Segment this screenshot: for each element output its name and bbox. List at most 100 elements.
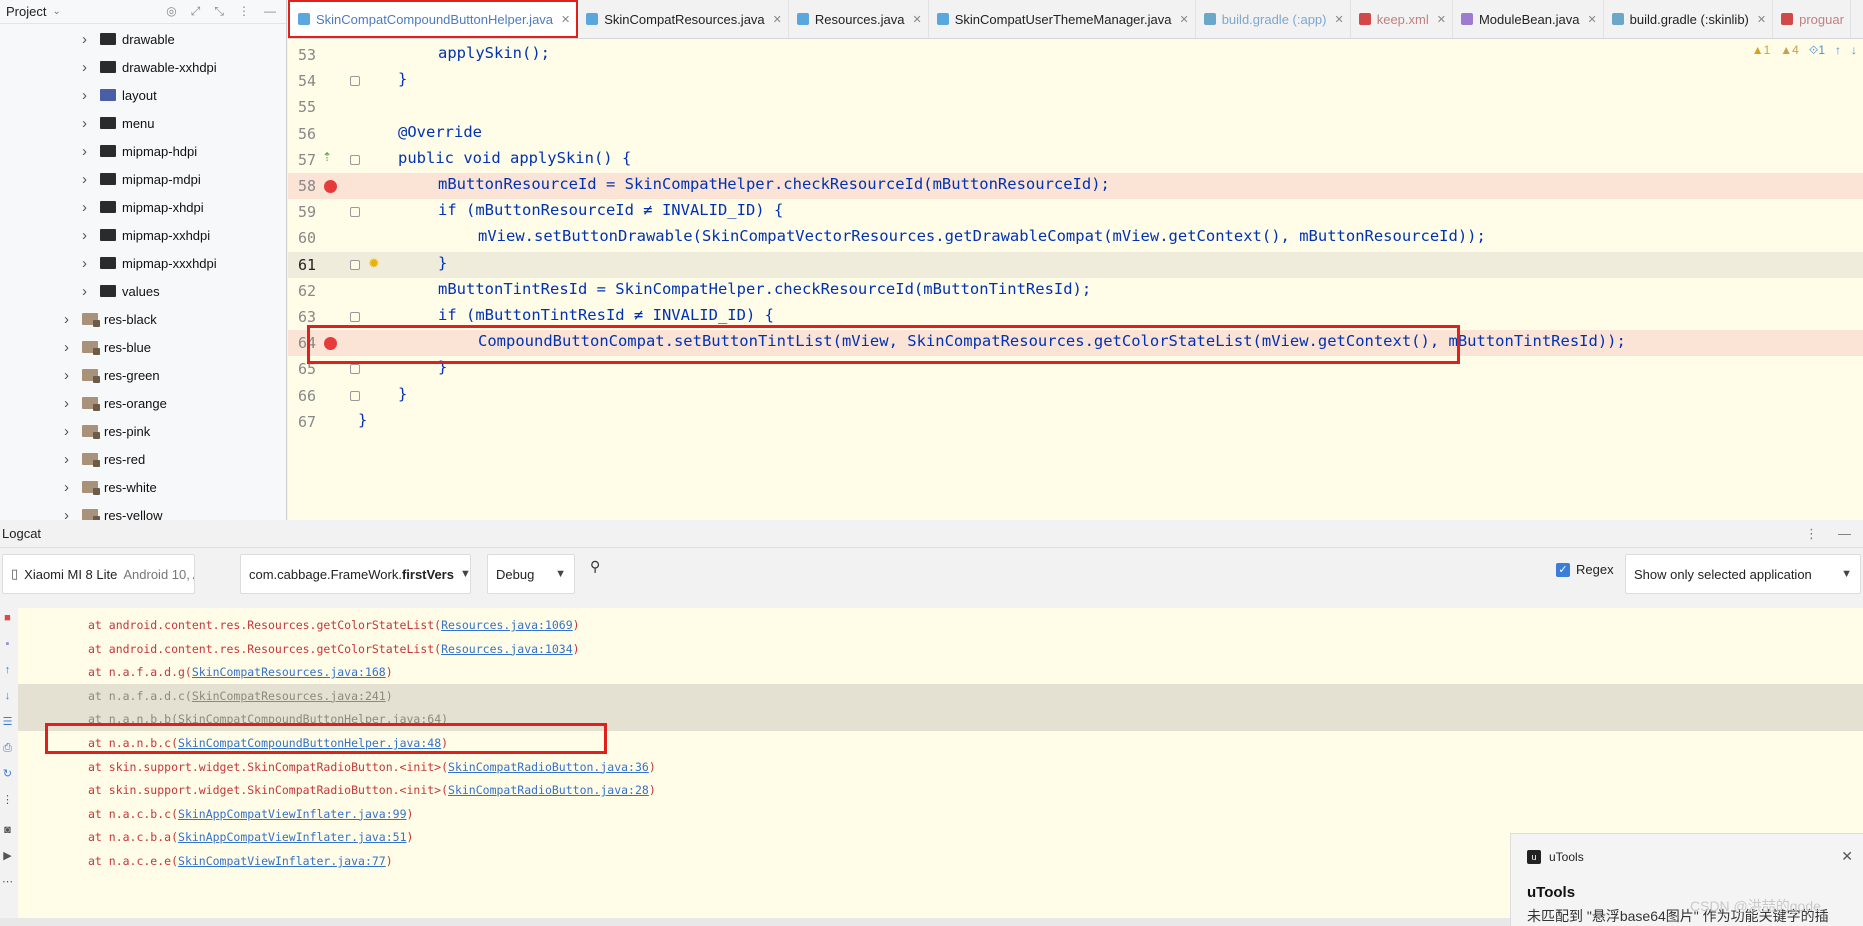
fold-marker-icon[interactable] (350, 259, 360, 270)
log-row[interactable]: at n.a.f.a.d.c(SkinCompatResources.java:… (18, 683, 1863, 708)
chevron-right-icon[interactable]: › (64, 339, 76, 356)
log-source-link[interactable]: SkinCompatCompoundButtonHelper.java:64 (178, 712, 441, 726)
chevron-right-icon[interactable]: › (64, 479, 76, 496)
clear-log-icon[interactable]: ■ (1, 612, 14, 625)
screen-record-icon[interactable]: ▶ (1, 850, 14, 863)
tree-item[interactable]: › values (82, 277, 160, 305)
chevron-right-icon[interactable]: › (64, 507, 76, 521)
breakpoint-icon[interactable] (324, 180, 337, 193)
code-line[interactable]: 65} (288, 356, 1863, 382)
log-row[interactable]: at n.a.n.b.c(SkinCompatCompoundButtonHel… (18, 731, 1863, 755)
code-line[interactable]: 63 if (mButtonTintResId ≠ INVALID_ID) { (288, 304, 1863, 330)
tree-item[interactable]: › res-blue (64, 333, 151, 361)
tree-item[interactable]: › res-black (64, 305, 157, 333)
chevron-right-icon[interactable]: › (64, 367, 76, 384)
chevron-right-icon[interactable]: › (82, 199, 94, 216)
fold-marker-icon[interactable] (350, 154, 360, 165)
editor-tab[interactable]: keep.xml ✕ (1351, 0, 1453, 38)
tree-item[interactable]: › mipmap-xxxhdpi (82, 249, 217, 277)
chevron-down-icon[interactable]: ⌄ (52, 6, 60, 17)
hide-panel-icon[interactable]: — (264, 4, 276, 19)
chevron-right-icon[interactable]: › (82, 143, 94, 160)
log-row[interactable]: at n.a.n.b.b(SkinCompatCompoundButtonHel… (18, 707, 1863, 731)
fold-marker-icon[interactable] (350, 390, 360, 401)
fold-marker-icon[interactable] (350, 207, 360, 218)
code-line[interactable]: 57 ⇡ public void applySkin() { (288, 147, 1863, 173)
code-line[interactable]: 61 ✹} (288, 251, 1863, 278)
expand-all-icon[interactable]: ⤢ (191, 4, 201, 19)
tree-item[interactable]: › mipmap-hdpi (82, 137, 197, 165)
code-line[interactable]: 66} (288, 383, 1863, 409)
more-icon[interactable]: ⋯ (1, 876, 14, 889)
log-source-link[interactable]: SkinCompatResources.java:241 (192, 689, 386, 703)
log-row[interactable]: at android.content.res.Resources.getColo… (18, 637, 1863, 661)
more-icon[interactable]: ⋮ (1, 794, 14, 807)
log-row[interactable]: at skin.support.widget.SkinCompatRadioBu… (18, 778, 1863, 802)
hide-panel-icon[interactable]: — (1838, 526, 1851, 542)
close-icon[interactable]: ✕ (1841, 848, 1853, 865)
editor-tab[interactable]: build.gradle (:skinlib) ✕ (1604, 0, 1774, 38)
tree-item[interactable]: › menu (82, 109, 155, 137)
override-marker-icon[interactable]: ⇡ (322, 150, 332, 164)
code-line[interactable]: 58 mButtonResourceId = SkinCompatHelper.c… (288, 173, 1863, 200)
down-arrow-icon[interactable]: ↓ (1, 690, 14, 703)
filter-selector[interactable]: Show only selected application ▼ (1625, 554, 1861, 594)
log-source-link[interactable]: SkinCompatCompoundButtonHelper.java:48 (178, 736, 441, 750)
tree-item[interactable]: › res-white (64, 473, 157, 501)
log-row[interactable]: at n.a.f.a.d.g(SkinCompatResources.java:… (18, 660, 1863, 684)
tree-item[interactable]: › mipmap-xhdpi (82, 193, 204, 221)
editor-tab[interactable]: build.gradle (:app) ✕ (1196, 0, 1351, 38)
tree-item[interactable]: › res-pink (64, 417, 150, 445)
chevron-right-icon[interactable]: › (64, 311, 76, 328)
editor-tab[interactable]: SkinCompatUserThemeManager.java ✕ (929, 0, 1196, 38)
chevron-right-icon[interactable]: › (82, 115, 94, 132)
close-tab-icon[interactable]: ✕ (1757, 13, 1766, 26)
chevron-right-icon[interactable]: › (64, 423, 76, 440)
log-source-link[interactable]: SkinCompatRadioButton.java:36 (448, 760, 649, 774)
tree-item[interactable]: › drawable-xxhdpi (82, 53, 217, 81)
print-icon[interactable]: ⎙ (1, 742, 14, 755)
project-view-selector[interactable]: Project (6, 4, 46, 19)
log-row[interactable]: at android.content.res.Resources.getColo… (18, 613, 1863, 637)
log-level-selector[interactable]: Debug ▼ (487, 554, 575, 594)
code-line[interactable]: 54} (288, 68, 1863, 94)
chevron-right-icon[interactable]: › (64, 395, 76, 412)
log-source-link[interactable]: Resources.java:1069 (441, 618, 573, 632)
close-tab-icon[interactable]: ✕ (1437, 13, 1446, 26)
chevron-right-icon[interactable]: › (82, 283, 94, 300)
code-line[interactable]: 55 (288, 94, 1863, 120)
code-line[interactable]: 56 @Override (288, 121, 1863, 147)
chevron-right-icon[interactable]: › (82, 31, 94, 48)
fold-marker-icon[interactable] (350, 76, 360, 87)
options-icon[interactable]: ⋮ (238, 4, 250, 19)
locate-icon[interactable]: ◎ (166, 4, 176, 19)
device-selector[interactable]: ▯ Xiaomi MI 8 Lite Android 10, AP ▼ (2, 554, 195, 594)
restart-icon[interactable]: ↻ (1, 768, 14, 781)
up-arrow-icon[interactable]: ↑ (1, 664, 14, 677)
soft-wrap-icon[interactable]: ☰ (1, 716, 14, 729)
tree-item[interactable]: › drawable (82, 25, 175, 53)
breakpoint-icon[interactable] (324, 337, 337, 351)
screenshot-icon[interactable]: ◙ (1, 824, 14, 837)
options-icon[interactable]: ⋮ (1805, 526, 1818, 542)
log-source-link[interactable]: Resources.java:1034 (441, 642, 573, 656)
chevron-right-icon[interactable]: › (82, 255, 94, 272)
close-tab-icon[interactable]: ✕ (561, 13, 570, 26)
search-icon[interactable]: ⚲ (590, 558, 600, 575)
editor-tab[interactable]: SkinCompatResources.java ✕ (578, 0, 789, 38)
code-line[interactable]: 59 if (mButtonResourceId ≠ INVALID_ID) { (288, 199, 1863, 225)
log-row[interactable]: at skin.support.widget.SkinCompatRadioBu… (18, 755, 1863, 779)
close-tab-icon[interactable]: ✕ (912, 13, 921, 26)
log-source-link[interactable]: SkinAppCompatViewInflater.java:99 (178, 807, 406, 821)
collapse-all-icon[interactable]: ⤡ (214, 4, 224, 19)
code-editor[interactable]: ▲1 ▲4 ⟐1 ↑ ↓ 53 applySkin(); 54} 55 56 @Overr… (288, 39, 1863, 520)
package-selector[interactable]: com.cabbage.FrameWork. firstVers ▼ (240, 554, 471, 594)
close-tab-icon[interactable]: ✕ (1335, 13, 1344, 26)
chevron-right-icon[interactable]: › (82, 87, 94, 104)
tree-item[interactable]: › res-yellow (64, 501, 163, 520)
log-source-link[interactable]: SkinCompatResources.java:168 (192, 665, 386, 679)
log-source-link[interactable]: SkinAppCompatViewInflater.java:51 (178, 830, 406, 844)
regex-checkbox[interactable]: ✓ Regex (1556, 562, 1614, 577)
scroll-to-end-icon[interactable]: ▪ (1, 638, 14, 651)
chevron-right-icon[interactable]: › (82, 59, 94, 76)
